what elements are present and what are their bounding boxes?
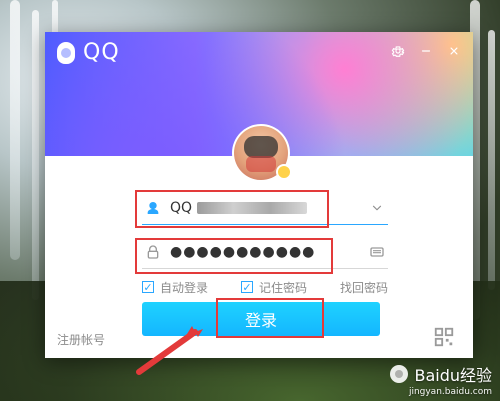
account-field[interactable]: QQ — [142, 192, 388, 225]
login-button[interactable]: 登录 — [142, 302, 380, 336]
waterfall-streak — [32, 10, 39, 300]
waterfall-streak — [10, 0, 20, 260]
login-form: QQ ●●●●●●●●●●● ✓ 自动登录 ✓ 记住密码 找回密码 登录 注册帐… — [45, 156, 473, 358]
qq-penguin-icon — [57, 41, 75, 64]
baidu-paw-icon — [390, 365, 409, 383]
user-icon — [144, 199, 162, 217]
chevron-down-icon[interactable] — [366, 197, 388, 219]
status-dot — [276, 164, 292, 180]
remember-password-checkbox[interactable]: ✓ — [240, 281, 253, 293]
waterfall-streak — [488, 30, 495, 290]
remember-password-option[interactable]: ✓ 记住密码 — [240, 279, 307, 296]
account-prefix: QQ — [170, 200, 193, 216]
password-input[interactable]: ●●●●●●●●●●● — [170, 244, 366, 260]
find-password-link[interactable]: 找回密码 — [340, 279, 388, 296]
qr-code-icon[interactable] — [433, 326, 455, 348]
auto-login-option[interactable]: ✓ 自动登录 — [142, 279, 208, 296]
keyboard-icon[interactable] — [366, 241, 388, 263]
app-title: QQ — [83, 40, 120, 65]
close-icon[interactable] — [445, 42, 463, 60]
avatar[interactable] — [232, 124, 292, 182]
watermark-url: jingyan.baidu.com — [408, 387, 492, 397]
lock-icon — [144, 243, 162, 261]
desktop-background: QQ QQ ●●●●●●●●●●● ✓ 自动登录 ✓ 记住密码 找回密码 登录 … — [0, 0, 500, 401]
register-link[interactable]: 注册帐号 — [57, 331, 105, 348]
brand: QQ — [57, 40, 120, 65]
qq-login-window: QQ QQ ●●●●●●●●●●● ✓ 自动登录 ✓ 记住密码 找回密码 登录 … — [45, 32, 473, 358]
auto-login-checkbox[interactable]: ✓ — [142, 281, 154, 293]
password-field[interactable]: ●●●●●●●●●●● — [142, 236, 388, 269]
auto-login-label: 自动登录 — [160, 280, 209, 295]
watermark-brand: Baidu经验 — [414, 366, 492, 385]
login-options: ✓ 自动登录 ✓ 记住密码 找回密码 — [142, 278, 388, 296]
gear-icon[interactable] — [389, 42, 407, 60]
remember-password-label: 记住密码 — [258, 280, 307, 295]
window-controls — [389, 42, 463, 60]
account-blurred — [196, 202, 307, 214]
watermark-top: Baidu经验 — [390, 362, 492, 386]
minimize-icon[interactable] — [417, 42, 435, 60]
account-input[interactable]: QQ — [170, 200, 366, 216]
baidu-watermark: Baidu经验 jingyan.baidu.com — [390, 362, 492, 397]
